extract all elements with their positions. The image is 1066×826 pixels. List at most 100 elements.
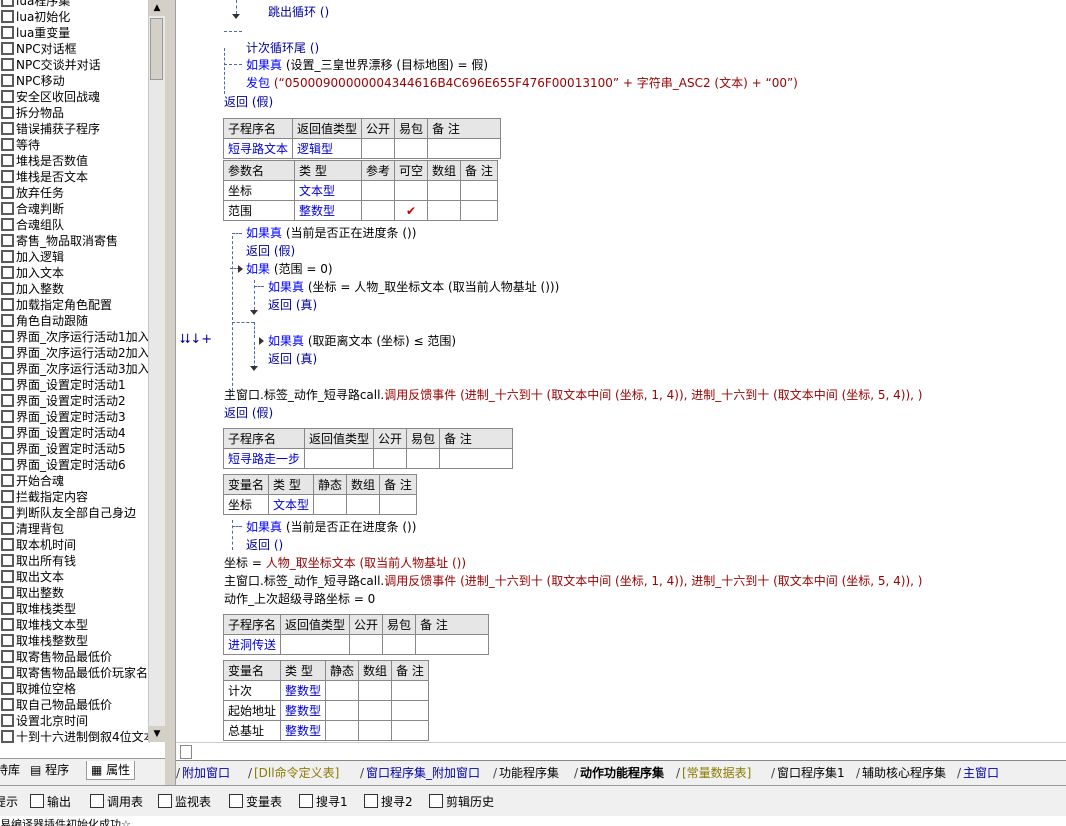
toolbar-button[interactable]: 搜寻1 (299, 793, 348, 811)
tree-item[interactable]: lua程序集 (0, 0, 148, 9)
tree-item[interactable]: 合魂组队 (0, 217, 148, 233)
scroll-left-icon[interactable] (180, 745, 192, 759)
code-line[interactable]: 如果真 (坐标 = 人物_取坐标文本 (取当前人物基址 ())) (268, 279, 559, 295)
tree-item[interactable]: 取出所有钱 (0, 553, 148, 569)
editor-horizontal-scrollbar[interactable] (176, 742, 1066, 759)
code-editor[interactable]: ⮇↓+ 跳出循环 () 计次循环尾 () 如果真 (设置_三皇世界漂移 (目标地… (176, 0, 1066, 742)
toolbar-button[interactable]: 提示 (0, 793, 18, 811)
subroutine-name[interactable]: 短寻路走一步 (222, 448, 306, 469)
tree-item[interactable]: 界面_设置定时活动4 (0, 425, 148, 441)
code-line[interactable]: 返回 (假) (224, 94, 273, 110)
tree-item[interactable]: 放弃任务 (0, 185, 148, 201)
code-line[interactable]: 计次循环尾 () (246, 40, 319, 56)
scroll-down-arrow-icon[interactable]: ▼ (149, 726, 165, 742)
code-line[interactable]: 发包 (“050009000000043446​16B4C696E655F476… (246, 75, 798, 91)
code-line[interactable]: 如果真 (当前是否正在进度条 ()) (246, 519, 416, 535)
tree-item[interactable]: 判断队友全部自己身边 (0, 505, 148, 521)
code-line[interactable]: 返回 (假) (246, 243, 295, 259)
code-line[interactable]: 如果真 (取距离文本 (坐标) ≤ 范围) (268, 333, 456, 349)
tree-item[interactable]: 取出整数 (0, 585, 148, 601)
code-line[interactable]: 如果真 (当前是否正在进度条 ()) (246, 225, 416, 241)
tree-item[interactable]: 界面_次序运行活动2加入 (0, 345, 150, 361)
code-line[interactable]: 返回 () (246, 537, 283, 553)
tree-item[interactable]: 取寄售物品最低价玩家名 (0, 665, 148, 681)
toolbar-button[interactable]: 变量表 (229, 793, 282, 811)
tree-item[interactable]: 十到十六进制倒叙4位文本 (0, 729, 156, 745)
toolbar-button[interactable]: 搜寻2 (364, 793, 413, 811)
tree-item[interactable]: 界面_设置定时活动3 (0, 409, 148, 425)
tree-item[interactable]: 取堆栈整数型 (0, 633, 148, 649)
tree-item[interactable]: 取出文本 (0, 569, 148, 585)
tab-document[interactable]: 窗口程序集_附加窗口 (366, 764, 480, 782)
toolbar-button[interactable]: 调用表 (90, 793, 143, 811)
subroutine-name[interactable]: 短寻路文本 (222, 138, 294, 159)
tab-document[interactable]: 辅助核心程序集 (862, 764, 946, 782)
code-line[interactable]: 动作_上次超级寻路坐标 = 0 (224, 591, 375, 607)
tree-item[interactable]: 合魂判断 (0, 201, 148, 217)
check-icon[interactable]: ✔ (406, 204, 416, 218)
tree-item[interactable]: 堆栈是否数值 (0, 153, 148, 169)
tree-item[interactable]: 拆分物品 (0, 105, 148, 121)
code-line[interactable]: 坐标 = 人物_取坐标文本 (取当前人物基址 ()) (224, 555, 466, 571)
tree-item[interactable]: 堆栈是否文本 (0, 169, 148, 185)
scroll-up-arrow-icon[interactable]: ▲ (149, 0, 165, 16)
tree-item[interactable]: 加入逻辑 (0, 249, 148, 265)
tree-item[interactable]: NPC交谈并对话 (0, 57, 148, 73)
tree-item[interactable]: 拦截指定内容 (0, 489, 148, 505)
tree-item[interactable]: 取堆栈类型 (0, 601, 148, 617)
tab-property[interactable]: ▦ 属性 (86, 761, 136, 780)
tree-item[interactable]: 界面_次序运行活动3加入 (0, 361, 150, 377)
code-line[interactable]: 返回 (真) (268, 297, 317, 313)
tab-document[interactable]: [Dll命令定义表] (254, 764, 339, 782)
tree-item[interactable]: 取摊位空格 (0, 681, 148, 697)
tree-item[interactable]: 加入整数 (0, 281, 148, 297)
tree-vertical-scrollbar[interactable]: ▲ ▼ (148, 0, 165, 742)
tree-item[interactable]: 安全区收回战魂 (0, 89, 148, 105)
tree-item[interactable]: NPC移动 (0, 73, 148, 89)
tree-item[interactable]: 开始合魂 (0, 473, 148, 489)
tree-item[interactable]: 取本机时间 (0, 537, 148, 553)
tree-item[interactable]: NPC对话框 (0, 41, 148, 57)
tree-item[interactable]: 取堆栈文本型 (0, 617, 148, 633)
tab-document[interactable]: 附加窗口 (182, 764, 230, 782)
tree-item[interactable]: lua重变量 (0, 25, 148, 41)
tree-item[interactable]: 界面_设置定时活动6 (0, 457, 148, 473)
tree-item[interactable]: 界面_设置定时活动5 (0, 441, 148, 457)
tree-item[interactable]: 加载指定角色配置 (0, 297, 148, 313)
param-table-1: 参数名类 型参考 可空 数组备 注 坐标 文本型 范围 整数型 ✔ (223, 160, 498, 221)
tab-document[interactable]: 窗口程序集1 (777, 764, 845, 782)
tree-item[interactable]: 界面_设置定时活动1 (0, 377, 148, 393)
panel-splitter[interactable] (165, 0, 176, 785)
tree-item[interactable]: 寄售_物品取消寄售 (0, 233, 148, 249)
code-line[interactable]: 主窗口.标签_动作_短寻路call.调用反馈事件 (进制_十六到十 (取文本中间… (224, 573, 922, 589)
toolbar-button[interactable]: 输出 (30, 793, 71, 811)
tab-document[interactable]: 主窗口 (963, 764, 999, 782)
tree-item[interactable]: 取寄售物品最低价 (0, 649, 148, 665)
code-line[interactable]: 主窗口.标签_动作_短寻路call.调用反馈事件 (进制_十六到十 (取文本中间… (224, 387, 922, 403)
subroutine-name[interactable]: 进洞传送 (222, 634, 282, 655)
tab-document[interactable]: [常量数据表] (682, 764, 751, 782)
tree-item[interactable]: 界面_设置定时活动2 (0, 393, 148, 409)
tree-item[interactable]: 加入文本 (0, 265, 148, 281)
toolbar-button[interactable]: 监视表 (158, 793, 211, 811)
tree-item[interactable]: 等待 (0, 137, 148, 153)
program-tree[interactable]: lua程序集 lua初始化 lua重变量 NPC对话框 NPC交谈并对话 NPC移动 安全区… (0, 0, 156, 745)
tab-library[interactable]: 持库 (0, 761, 24, 779)
tab-document[interactable]: 动作功能程序集 (580, 764, 664, 782)
tab-document[interactable]: 功能程序集 (499, 764, 559, 782)
tree-item[interactable]: 角色自动跟随 (0, 313, 148, 329)
tree-item[interactable]: lua初始化 (0, 9, 148, 25)
code-line[interactable]: 返回 (真) (268, 351, 317, 367)
code-line[interactable]: 如果 (范围 = 0) (246, 261, 333, 277)
code-line[interactable]: 如果真 (设置_三皇世界漂移 (目标地图) = 假) (246, 57, 488, 73)
tree-item[interactable]: 设置北京时间 (0, 713, 148, 729)
scroll-thumb[interactable] (150, 18, 163, 80)
tree-item[interactable]: 清理背包 (0, 521, 148, 537)
code-line[interactable]: 返回 (假) (224, 405, 273, 421)
tab-program[interactable]: ▤ 程序 (26, 761, 73, 779)
tree-item[interactable]: 界面_次序运行活动1加入 (0, 329, 150, 345)
toolbar-button[interactable]: 剪辑历史 (429, 793, 494, 811)
tree-item[interactable]: 取自己物品最低价 (0, 697, 148, 713)
code-line[interactable]: 跳出循环 () (268, 4, 329, 20)
tree-item[interactable]: 错误捕获子程序 (0, 121, 148, 137)
